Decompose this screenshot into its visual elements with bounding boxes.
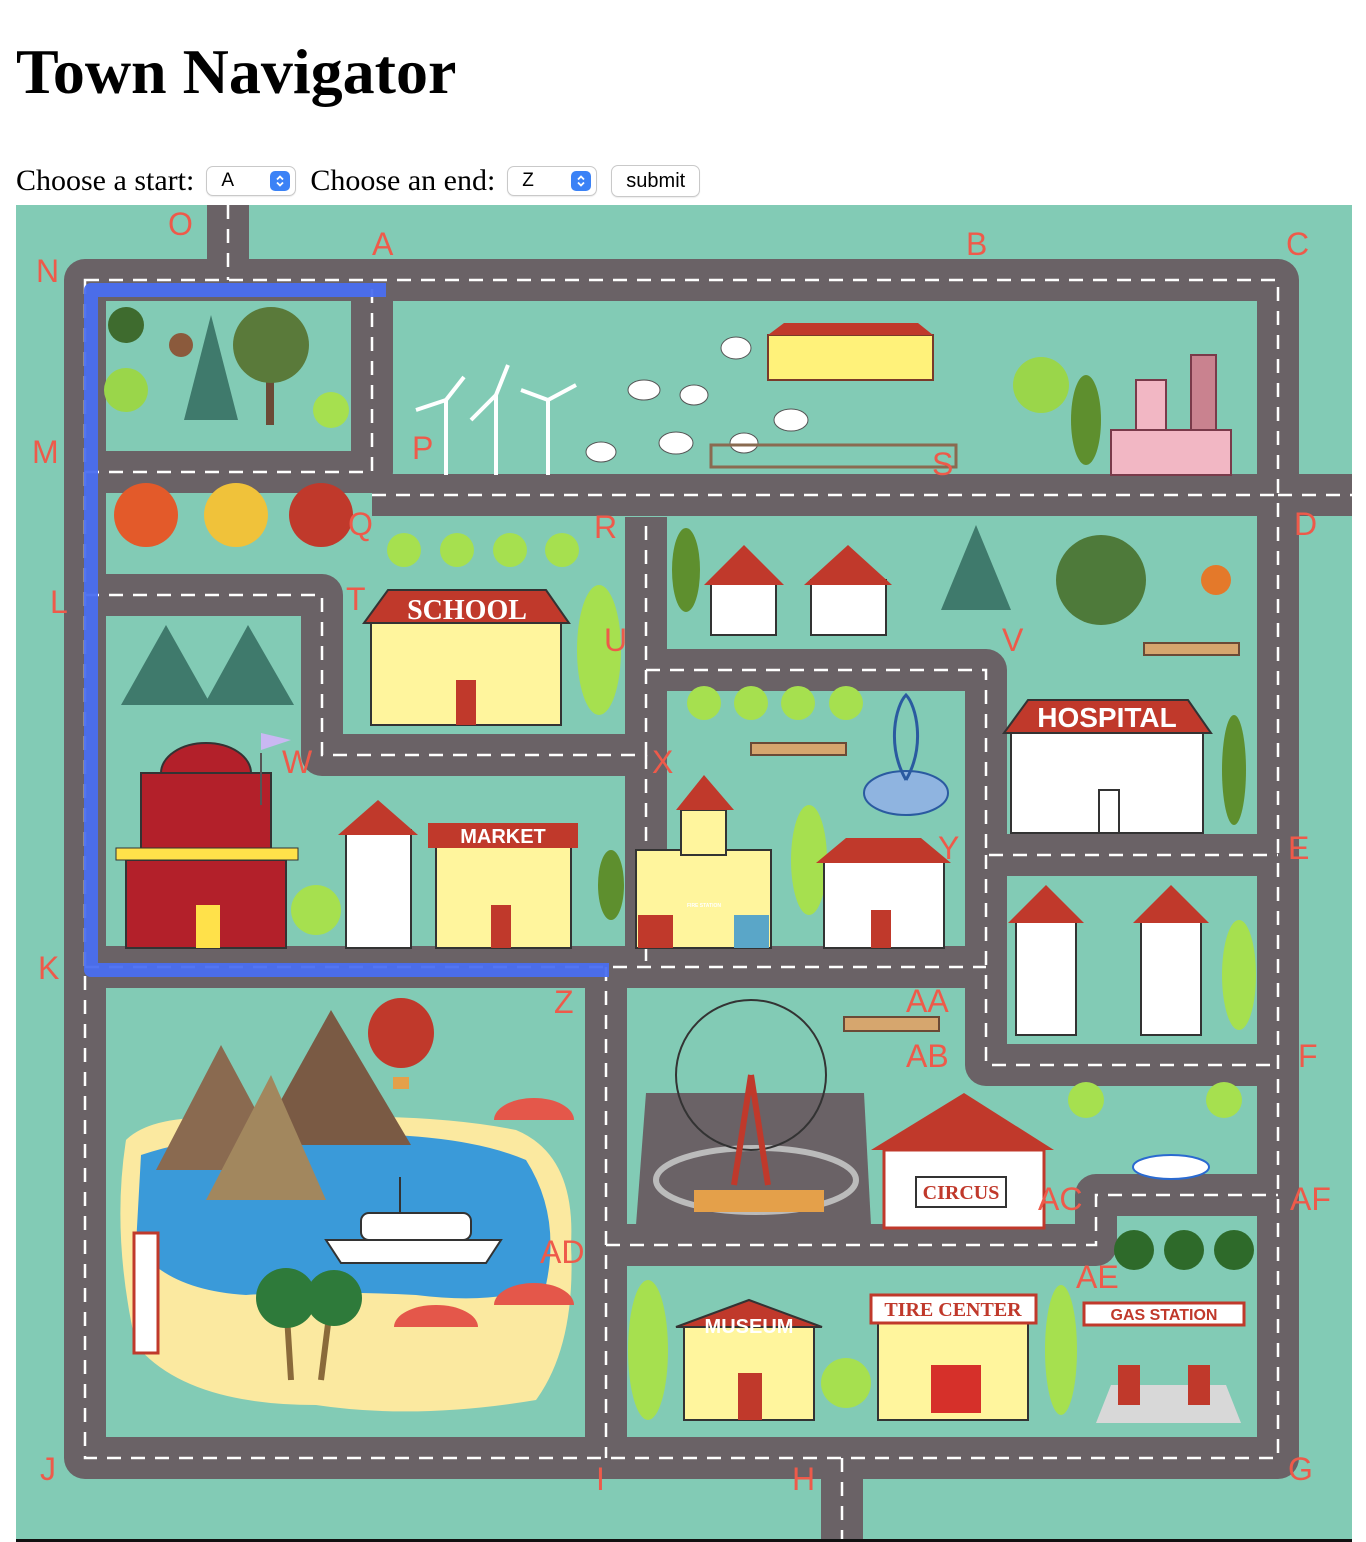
tree-icon — [1013, 357, 1069, 413]
node-label: A — [372, 226, 394, 262]
bush-icon — [313, 392, 349, 428]
museum-sign: MUSEUM — [705, 1316, 794, 1338]
train-icon — [694, 1190, 824, 1212]
tree-icon — [1045, 1285, 1077, 1415]
bench-icon — [750, 742, 847, 756]
node-label: T — [346, 581, 366, 617]
orchard-block — [114, 483, 353, 547]
bus-icon — [931, 1365, 981, 1413]
node-label: Y — [938, 830, 959, 866]
bench-icon — [1143, 642, 1240, 656]
route-controls: Choose a start: A Choose an end: Z submi… — [16, 162, 701, 200]
end-select[interactable]: Z — [507, 166, 598, 196]
tree-icon — [628, 1280, 668, 1420]
gas-pump-icon — [1188, 1365, 1210, 1405]
farmhouse-icon — [767, 334, 934, 381]
bench-icon — [843, 1016, 940, 1032]
factory-icon — [1110, 429, 1232, 476]
node-label: E — [1288, 830, 1309, 866]
node-label: D — [1294, 506, 1317, 542]
tree-icon — [233, 307, 309, 383]
school-sign: SCHOOL — [407, 595, 527, 626]
node-label: O — [168, 206, 193, 242]
tree-icon — [1071, 375, 1101, 465]
start-select[interactable]: A — [206, 166, 297, 196]
chevron-updown-icon — [571, 171, 592, 191]
submit-button[interactable]: submit — [611, 165, 701, 197]
circus-sign: CIRCUS — [923, 1182, 1000, 1204]
orange-tree-icon — [114, 483, 178, 547]
fire-station-sign: FIRE STATION — [687, 903, 721, 909]
hot-air-balloon-icon — [368, 998, 434, 1068]
node-label: I — [596, 1461, 605, 1497]
node-label: F — [1298, 1038, 1318, 1074]
node-label: G — [1288, 1451, 1313, 1487]
tree-icon — [1222, 920, 1256, 1030]
pear-tree-icon — [204, 483, 268, 547]
node-label: K — [38, 950, 59, 986]
town-map[interactable]: SCHOOL HOSPITAL MARKET FIRE STATION CIRC… — [16, 205, 1352, 1540]
end-select-value: Z — [522, 170, 534, 191]
tree-icon — [598, 850, 624, 920]
node-label: R — [594, 509, 617, 545]
tree-icon — [108, 307, 144, 343]
end-label: Choose an end: — [310, 164, 496, 197]
node-label: W — [282, 744, 313, 780]
fountain-icon — [1132, 1154, 1210, 1180]
gas-station-sign: GAS STATION — [1111, 1307, 1218, 1324]
bush-icon — [291, 885, 341, 935]
bush-icon — [821, 1358, 871, 1408]
node-label: P — [412, 430, 433, 466]
fox-icon — [1201, 565, 1231, 595]
node-label: S — [932, 446, 953, 482]
page-title: Town Navigator — [16, 36, 457, 107]
start-select-value: A — [221, 170, 234, 191]
node-label: AE — [1076, 1259, 1119, 1295]
node-label: AD — [540, 1234, 584, 1270]
chevron-updown-icon — [270, 171, 291, 191]
node-label: AB — [906, 1038, 949, 1074]
spiral-tree-icon — [104, 368, 148, 412]
node-label: M — [32, 434, 59, 470]
gas-pump-icon — [1118, 1365, 1140, 1405]
node-label: B — [966, 226, 987, 262]
node-label: N — [36, 253, 59, 289]
node-label: C — [1286, 226, 1309, 262]
node-label: U — [604, 622, 627, 658]
node-label: AF — [1290, 1181, 1331, 1217]
hospital-sign: HOSPITAL — [1037, 702, 1176, 733]
node-label: L — [50, 584, 68, 620]
tree-icon — [1222, 715, 1246, 825]
apple-tree-icon — [289, 483, 353, 547]
start-label: Choose a start: — [16, 164, 195, 197]
node-label: AA — [906, 983, 949, 1019]
node-label: H — [792, 1461, 815, 1497]
market-sign: MARKET — [460, 826, 546, 848]
tire-center-sign: TIRE CENTER — [884, 1299, 1022, 1321]
node-label: Q — [348, 506, 373, 542]
node-label: X — [652, 744, 673, 780]
node-label: V — [1002, 622, 1024, 658]
deer-icon — [169, 333, 193, 357]
node-label: J — [40, 1451, 56, 1487]
node-label: Z — [554, 984, 574, 1020]
tree-icon — [1056, 535, 1146, 625]
lighthouse-icon — [132, 1231, 160, 1355]
node-label: AC — [1038, 1181, 1082, 1217]
